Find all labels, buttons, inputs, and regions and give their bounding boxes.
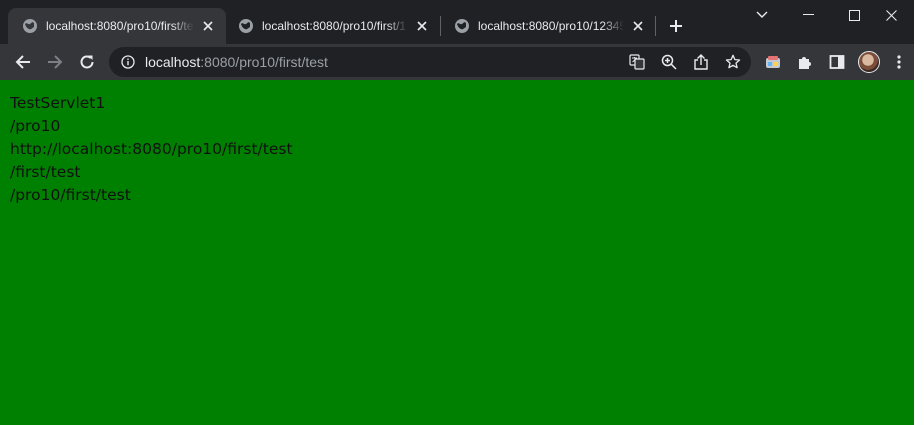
tab-title: localhost:8080/pro10/12345	[478, 19, 625, 33]
tab-separator	[655, 16, 656, 36]
request-url-text: http://localhost:8080/pro10/first/test	[10, 140, 293, 158]
address-bar[interactable]: localhost:8080/pro10/first/test	[109, 47, 751, 77]
tab-strip: localhost:8080/pro10/first/test localhos…	[0, 0, 914, 44]
reload-icon	[80, 55, 94, 69]
chevron-down-icon	[756, 11, 768, 18]
context-path-text: /pro10	[10, 117, 61, 135]
puzzle-icon[interactable]	[791, 48, 819, 76]
minimize-icon	[802, 14, 814, 15]
zoom-icon[interactable]	[661, 54, 677, 70]
close-window-button[interactable]	[868, 0, 914, 30]
url-path: :8080/pro10/first/test	[200, 54, 328, 70]
tab-2[interactable]: localhost:8080/pro10/first/1	[224, 8, 440, 44]
maximize-icon	[848, 9, 860, 21]
new-tab-button[interactable]	[664, 14, 688, 38]
menu-button[interactable]	[885, 48, 913, 76]
tab-title: localhost:8080/pro10/first/test	[46, 19, 195, 33]
url-host: localhost	[145, 54, 201, 70]
url-text[interactable]: localhost:8080/pro10/first/test	[145, 54, 328, 70]
toolbar: localhost:8080/pro10/first/test	[0, 44, 914, 80]
more-vert-icon	[897, 55, 901, 69]
back-button[interactable]	[9, 48, 37, 76]
forward-button[interactable]	[41, 48, 69, 76]
globe-icon	[22, 18, 38, 34]
globe-icon	[454, 18, 470, 34]
extension-icon[interactable]	[759, 48, 787, 76]
tab-3[interactable]: localhost:8080/pro10/12345	[440, 8, 656, 44]
info-icon[interactable]	[120, 54, 136, 70]
back-icon	[15, 55, 30, 69]
star-icon[interactable]	[725, 54, 741, 70]
sidepanel-icon[interactable]	[823, 48, 851, 76]
tab-title: localhost:8080/pro10/first/1	[262, 19, 407, 33]
plus-icon	[670, 20, 682, 32]
translate-icon[interactable]	[629, 54, 645, 70]
close-icon[interactable]	[630, 18, 646, 34]
profile-button[interactable]	[855, 48, 883, 76]
tab-search-button[interactable]	[739, 0, 785, 30]
close-window-icon	[885, 9, 897, 21]
forward-icon	[48, 55, 63, 69]
servlet-path-text: /first/test	[10, 163, 81, 181]
request-uri-text: /pro10/first/test	[10, 186, 131, 204]
reload-button[interactable]	[73, 48, 101, 76]
tab-1[interactable]: localhost:8080/pro10/first/test	[8, 8, 226, 44]
globe-icon	[238, 18, 254, 34]
minimize-button[interactable]	[785, 0, 831, 30]
servlet-name-text: TestServlet1	[10, 94, 106, 112]
page-content: TestServlet1 /pro10 http://localhost:808…	[0, 80, 914, 425]
window-edge	[914, 0, 924, 425]
avatar	[858, 51, 880, 73]
close-icon[interactable]	[414, 18, 430, 34]
browser-window: localhost:8080/pro10/first/test localhos…	[0, 0, 914, 425]
share-icon[interactable]	[693, 54, 709, 70]
close-icon[interactable]	[200, 18, 216, 34]
